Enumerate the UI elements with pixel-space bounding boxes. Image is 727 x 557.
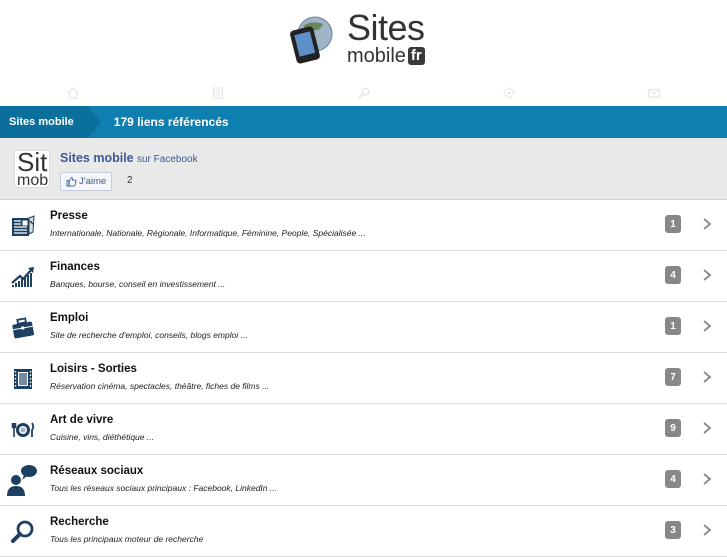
category-title: Loisirs - Sorties — [50, 363, 137, 375]
category-count-badge: 4 — [665, 470, 681, 488]
chevron-right-icon — [703, 269, 712, 281]
category-count-badge: 1 — [665, 317, 681, 335]
header: Sites mobile fr — [0, 0, 727, 80]
breadcrumb: Sites mobile 179 liens référencés — [0, 106, 727, 138]
facebook-page-thumbnail[interactable]: Sit mob — [14, 150, 50, 188]
category-item-recherche[interactable]: Recherche Tous les principaux moteur de … — [0, 506, 727, 557]
category-subtitle: Tous les principaux moteur de recherche — [50, 534, 204, 544]
category-subtitle: Site de recherche d'emploi, conseils, bl… — [50, 330, 248, 340]
category-item-emploi[interactable]: Emploi Site de recherche d'emploi, conse… — [0, 302, 727, 353]
nav-settings[interactable] — [436, 80, 581, 106]
thumbs-up-icon — [66, 176, 77, 187]
film-icon — [14, 369, 32, 389]
category-title: Réseaux sociaux — [50, 465, 144, 477]
facebook-page-link[interactable]: Sites mobile — [60, 151, 134, 165]
breadcrumb-home-link[interactable]: Sites mobile — [0, 106, 101, 138]
category-count-badge: 3 — [665, 521, 681, 539]
category-title: Emploi — [50, 312, 89, 324]
category-icon-wrap — [8, 517, 38, 547]
category-subtitle: Internationale, Nationale, Régionale, In… — [50, 228, 366, 238]
category-count-badge: 1 — [665, 215, 681, 233]
category-item-art-de-vivre[interactable]: Art de vivre Cuisine, vins, diéthétique … — [0, 404, 727, 455]
facebook-like-count: 2 — [127, 175, 133, 186]
category-item-reseaux-sociaux[interactable]: Réseaux sociaux Tous les réseaux sociaux… — [0, 455, 727, 506]
category-list: Presse Internationale, Nationale, Région… — [0, 200, 727, 557]
nav-list[interactable] — [145, 80, 290, 106]
logo-text-sites: Sites — [347, 7, 425, 48]
top-nav — [0, 80, 727, 106]
nav-search[interactable] — [291, 80, 436, 106]
search-icon — [357, 87, 369, 99]
breadcrumb-current: 179 liens référencés — [113, 115, 229, 129]
chevron-right-icon — [703, 320, 712, 332]
nav-home[interactable] — [0, 80, 145, 106]
logo-tld-badge: fr — [407, 47, 425, 65]
home-icon — [67, 87, 79, 99]
category-subtitle: Banques, bourse, conseil en investisseme… — [50, 279, 226, 289]
logo-text-mobile: mobile — [347, 45, 406, 67]
chevron-right-icon — [703, 218, 712, 230]
nav-mail[interactable] — [582, 80, 727, 106]
category-subtitle: Réservation cinéma, spectacles, théâtre,… — [50, 381, 270, 391]
chart-growth-icon — [11, 267, 34, 287]
gear-icon — [503, 87, 515, 99]
chevron-right-icon — [703, 371, 712, 383]
category-item-presse[interactable]: Presse Internationale, Nationale, Région… — [0, 200, 727, 251]
magnifier-icon — [11, 520, 34, 543]
category-count-badge: 4 — [665, 266, 681, 284]
briefcase-icon — [12, 317, 34, 339]
category-title: Presse — [50, 210, 88, 222]
phone-logo-icon — [290, 16, 333, 64]
facebook-like-box: Sit mob Sites mobile sur Facebook J'aime… — [0, 138, 727, 200]
facebook-like-label: J'aime — [79, 176, 107, 187]
category-icon-wrap — [8, 313, 38, 343]
facebook-suffix: sur Facebook — [136, 154, 198, 165]
category-subtitle: Tous les réseaux sociaux principaux : Fa… — [50, 483, 277, 493]
chevron-right-icon — [703, 422, 712, 434]
category-icon-wrap — [8, 415, 38, 445]
category-icon-wrap — [5, 463, 39, 497]
category-item-finances[interactable]: Finances Banques, bourse, conseil en inv… — [0, 251, 727, 302]
facebook-title: Sites mobile sur Facebook — [60, 151, 198, 165]
social-chat-icon — [7, 465, 37, 496]
chevron-right-icon — [703, 473, 712, 485]
category-title: Recherche — [50, 516, 109, 528]
facebook-like-button[interactable]: J'aime — [60, 172, 113, 191]
category-title: Finances — [50, 261, 100, 273]
list-icon — [213, 87, 224, 99]
category-count-badge: 9 — [665, 419, 681, 437]
plate-cutlery-icon — [11, 422, 35, 437]
category-count-badge: 7 — [665, 368, 681, 386]
mail-icon — [648, 88, 661, 98]
category-icon-wrap — [8, 262, 38, 292]
category-item-loisirs-sorties[interactable]: Loisirs - Sorties Réservation cinéma, sp… — [0, 353, 727, 404]
category-icon-wrap — [8, 211, 38, 241]
newspaper-icon — [12, 215, 35, 236]
chevron-right-icon — [703, 524, 712, 536]
category-subtitle: Cuisine, vins, diéthétique ... — [50, 432, 154, 442]
category-icon-wrap — [8, 364, 38, 394]
category-title: Art de vivre — [50, 414, 114, 426]
site-logo[interactable]: Sites mobile fr — [289, 7, 449, 67]
thumbnail-text-bottom: mob — [17, 172, 49, 188]
